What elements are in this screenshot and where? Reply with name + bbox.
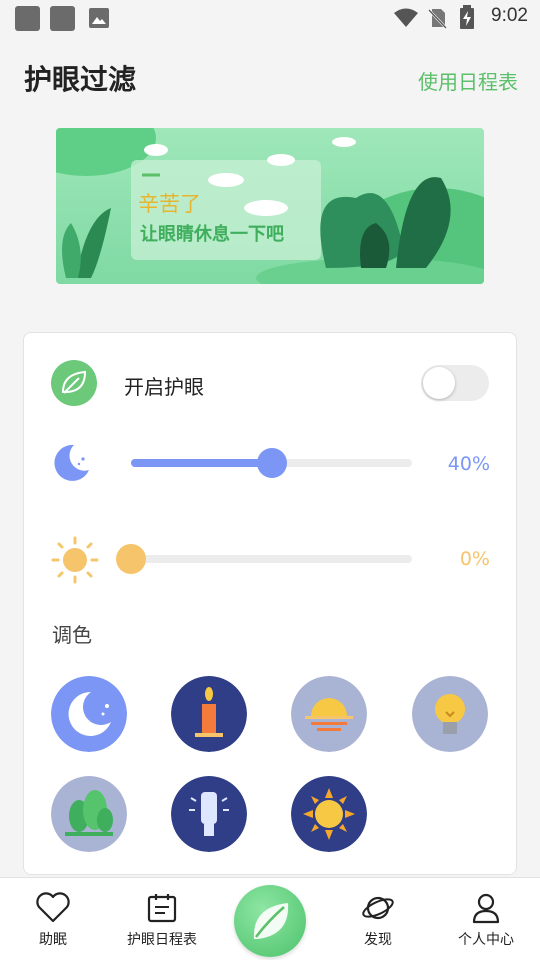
color-section-label: 调色: [52, 623, 92, 647]
brightness-percent: 0%: [459, 548, 490, 570]
preset-sunset[interactable]: [291, 676, 367, 752]
tab-sleep-aid[interactable]: 助眠: [3, 878, 103, 960]
no-sim-icon: [428, 9, 447, 29]
preset-night-moon[interactable]: [51, 676, 127, 752]
fluorescent-lamp-icon: [171, 776, 247, 852]
tab-discover[interactable]: 发现: [328, 878, 428, 960]
image-icon: [89, 8, 109, 28]
center-leaf-button[interactable]: [234, 885, 306, 957]
eye-protection-card: 开启护眼 40% 0% 调色: [23, 332, 517, 875]
use-schedule-link[interactable]: 使用日程表: [418, 66, 518, 95]
light-bulb-icon: [412, 676, 488, 752]
preset-candle[interactable]: [171, 676, 247, 752]
brightness-slider[interactable]: [116, 544, 412, 574]
calendar-icon: [147, 894, 177, 923]
person-icon: [472, 893, 500, 924]
eye-protection-toggle[interactable]: [421, 365, 489, 401]
preset-forest[interactable]: [51, 776, 127, 852]
banner-art: [56, 128, 484, 284]
clock: 9:02: [491, 5, 528, 26]
preset-lightbulb[interactable]: [412, 676, 488, 752]
filter-slider[interactable]: [131, 448, 412, 478]
heart-icon: [36, 892, 70, 923]
status-bar: 9:02: [0, 0, 540, 36]
tab-label: 护眼日程表: [127, 932, 197, 948]
page-title: 护眼过滤: [24, 63, 137, 96]
crescent-moon-icon: [51, 676, 127, 752]
preset-sun[interactable]: [291, 776, 367, 852]
preset-fluorescent[interactable]: [171, 776, 247, 852]
filter-slider-thumb[interactable]: [256, 448, 287, 478]
banner-headline: 辛苦了: [138, 192, 201, 216]
filter-slider-fill: [131, 459, 272, 467]
wifi-icon: [394, 8, 418, 27]
planet-icon: [362, 896, 394, 920]
banner-illustration: 辛苦了 让眼睛休息一下吧: [56, 128, 484, 284]
trees-icon: [51, 776, 127, 852]
sun-icon: [51, 536, 99, 584]
tab-label: 助眠: [39, 932, 67, 948]
sunset-icon: [291, 676, 367, 752]
tab-profile[interactable]: 个人中心: [436, 878, 536, 960]
brightness-slider-thumb[interactable]: [116, 544, 146, 574]
toggle-knob: [423, 367, 455, 399]
battery-charging-icon: [460, 5, 474, 29]
filter-percent: 40%: [447, 453, 490, 475]
notification-icon: [50, 6, 75, 31]
sun-preset-icon: [291, 776, 367, 852]
candle-icon: [171, 676, 247, 752]
tab-schedule[interactable]: 护眼日程表: [112, 878, 212, 960]
banner-subline: 让眼睛休息一下吧: [140, 224, 284, 245]
eye-protection-label: 开启护眼: [124, 375, 204, 399]
tab-label: 发现: [364, 932, 392, 948]
tab-label: 个人中心: [458, 932, 514, 948]
leaf-icon: [253, 903, 289, 939]
notification-icon: [15, 6, 40, 31]
moon-icon: [54, 444, 89, 481]
leaf-icon: [51, 360, 97, 406]
